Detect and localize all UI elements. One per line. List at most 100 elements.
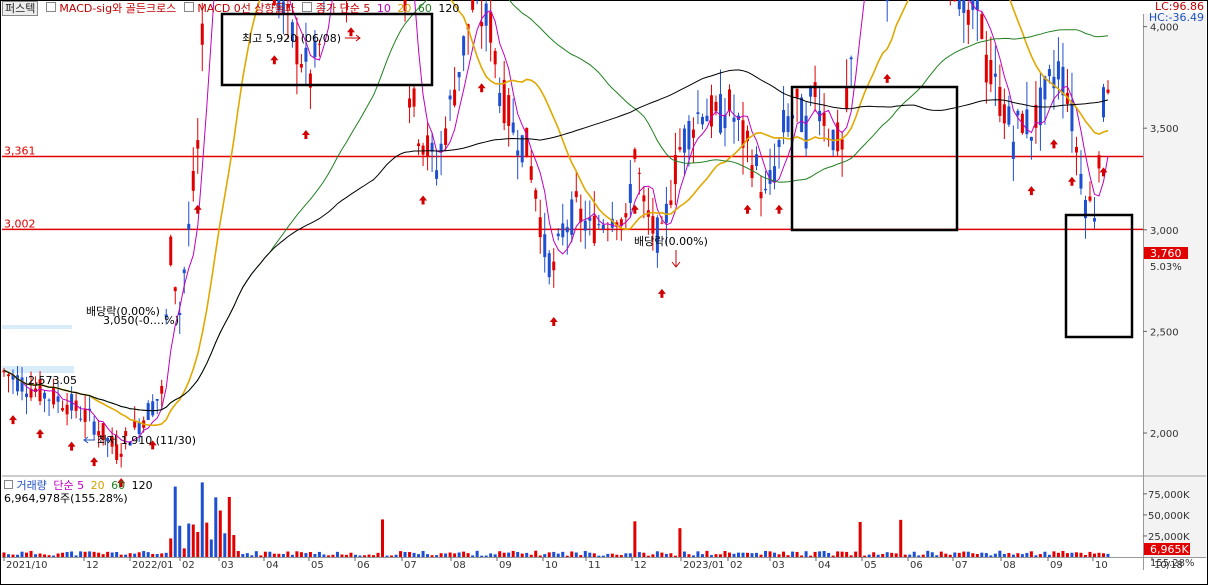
volume-bar bbox=[326, 555, 330, 557]
volume-checkbox-icon[interactable] bbox=[4, 480, 13, 489]
candle-body bbox=[606, 228, 610, 230]
volume-bar bbox=[714, 554, 718, 557]
volume-bar bbox=[106, 551, 110, 557]
volume-bar bbox=[29, 550, 33, 557]
volume-bar bbox=[430, 555, 434, 557]
candle-body bbox=[507, 95, 511, 126]
volume-bar bbox=[1025, 552, 1029, 557]
indicator-macd-zero[interactable]: MACD 0선 상향돌파 bbox=[197, 2, 295, 15]
volume-bar bbox=[304, 553, 308, 557]
volume-bar bbox=[858, 521, 862, 557]
candle-body bbox=[565, 227, 569, 233]
candle-body bbox=[1061, 66, 1065, 96]
volume-bar bbox=[682, 551, 686, 557]
candle-body bbox=[1101, 87, 1105, 118]
volume-bar bbox=[74, 555, 78, 557]
candle-body bbox=[583, 220, 587, 231]
volume-bar bbox=[344, 554, 348, 557]
indicator-checkbox-icon[interactable] bbox=[183, 2, 194, 12]
volume-bar bbox=[160, 553, 164, 557]
volume-bar bbox=[20, 551, 24, 557]
indicator-checkbox-icon[interactable] bbox=[45, 2, 56, 12]
indicator-checkbox-icon[interactable] bbox=[302, 2, 313, 12]
volume-bar bbox=[516, 552, 520, 557]
volume-bar bbox=[574, 552, 578, 557]
candle-body bbox=[1092, 218, 1096, 222]
volume-bar bbox=[110, 552, 114, 557]
volume-bar bbox=[727, 552, 731, 557]
indicator-close-ma[interactable]: 종가 단순 bbox=[316, 2, 360, 15]
stock-name-box[interactable]: 퍼스텍 bbox=[2, 1, 39, 16]
volume-current: 6,964,978주(155.28%) bbox=[4, 492, 128, 505]
indicator-macd-sig[interactable]: MACD-sig와 골든크로스 bbox=[59, 2, 176, 15]
volume-bar bbox=[975, 554, 979, 557]
close-price-label: 3,760 bbox=[1150, 247, 1182, 260]
volume-bar bbox=[998, 550, 1002, 557]
y-tick-label: 2,500 bbox=[1150, 327, 1179, 338]
candle-body bbox=[435, 170, 439, 179]
stock-chart[interactable]: 2,0002,5003,0003,5004,0004,5005,0005,500… bbox=[0, 0, 1208, 585]
candle-body bbox=[709, 95, 713, 127]
volume-bar bbox=[953, 552, 957, 557]
volume-bar bbox=[137, 552, 141, 557]
candle-body bbox=[200, 23, 204, 45]
volume-bar bbox=[381, 519, 385, 557]
volume-bar bbox=[1038, 554, 1042, 557]
volume-bar bbox=[664, 553, 668, 557]
ma-60-label: 60 bbox=[417, 2, 432, 15]
volume-bar bbox=[845, 551, 849, 557]
volume-bar bbox=[7, 554, 11, 557]
candle-body bbox=[777, 140, 781, 148]
volume-bar bbox=[768, 551, 772, 557]
volume-bar bbox=[187, 523, 191, 557]
high-annotation: 최고 5,920 (06/08) bbox=[242, 32, 341, 45]
candle-body bbox=[759, 192, 763, 199]
volume-bar bbox=[1043, 551, 1047, 557]
volume-bar bbox=[259, 555, 263, 557]
volume-bar bbox=[849, 555, 853, 557]
volume-bar bbox=[101, 554, 105, 557]
volume-bar bbox=[299, 552, 303, 557]
volume-bar bbox=[223, 533, 227, 557]
close-change-label: 5.03% bbox=[1150, 262, 1182, 273]
volume-bar bbox=[173, 486, 177, 557]
volume-bar bbox=[687, 554, 691, 557]
candle-body bbox=[61, 408, 65, 411]
volume-bar bbox=[227, 496, 231, 557]
volume-bar bbox=[800, 555, 804, 557]
volume-bar bbox=[11, 554, 15, 557]
candle-body bbox=[628, 183, 632, 203]
candle-body bbox=[92, 421, 96, 435]
volume-bar bbox=[421, 551, 425, 557]
candle-body bbox=[660, 222, 664, 224]
volume-bar bbox=[448, 552, 452, 557]
volume-bar bbox=[606, 553, 610, 557]
volume-bar bbox=[529, 554, 533, 557]
volume-bar bbox=[592, 553, 596, 557]
volume-bar bbox=[435, 555, 439, 557]
volume-bar bbox=[322, 554, 326, 557]
volume-bar bbox=[426, 554, 430, 557]
volume-bar bbox=[610, 553, 614, 557]
volume-bar bbox=[633, 521, 637, 557]
x-tick-label: 2023/01 bbox=[683, 560, 725, 571]
candle-body bbox=[1011, 141, 1015, 159]
volume-bar bbox=[245, 553, 249, 557]
volume-bar bbox=[142, 551, 146, 557]
x-tick-label: 04 bbox=[818, 560, 831, 571]
candle-body bbox=[1029, 136, 1033, 141]
volume-ma5-label: 단순 5 bbox=[53, 479, 85, 492]
volume-bar bbox=[489, 553, 493, 557]
candle-body bbox=[764, 188, 768, 191]
candle-body bbox=[173, 287, 177, 292]
volume-bar bbox=[1016, 553, 1020, 557]
volume-bar bbox=[552, 551, 556, 557]
candle-body bbox=[849, 57, 853, 60]
volume-bar bbox=[831, 555, 835, 557]
volume-bar bbox=[1047, 554, 1051, 557]
volume-bar bbox=[881, 553, 885, 557]
hc-value: HC:-36.49 bbox=[1148, 11, 1204, 24]
volume-bar bbox=[205, 522, 209, 557]
volume-bar bbox=[97, 552, 101, 557]
x-tick-label: 02 bbox=[730, 560, 743, 571]
